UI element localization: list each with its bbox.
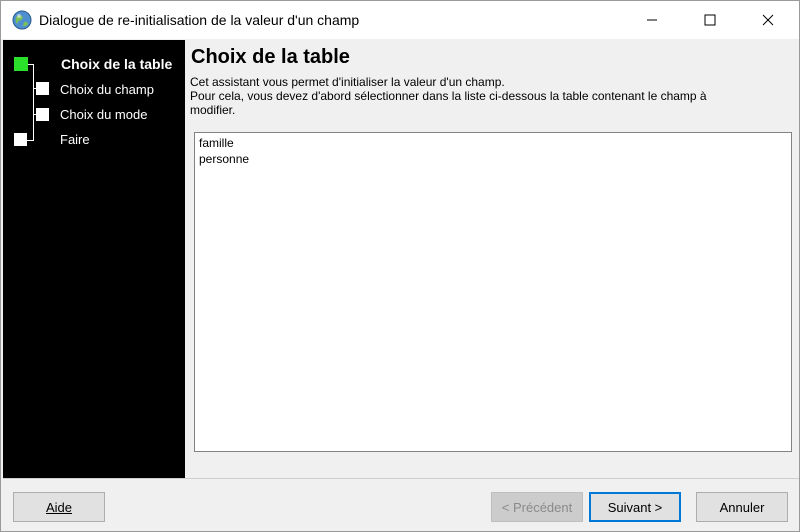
content-panel: Choix de la table Cet assistant vous per… [185, 40, 799, 478]
help-button-label: Aide [45, 499, 73, 515]
maximize-icon [704, 14, 716, 26]
wizard-steps-panel: Choix de la table Choix du champ Choix d… [3, 40, 185, 478]
list-item-famille[interactable]: famille [195, 135, 791, 151]
window-title: Dialogue de re-initialisation de la vale… [39, 12, 360, 28]
help-button[interactable]: Aide [13, 492, 105, 522]
step-choix-mode: Choix du mode [60, 107, 148, 122]
step-marker [14, 133, 27, 146]
cancel-button[interactable]: Annuler [696, 492, 788, 522]
table-listbox[interactable]: famille personne [194, 132, 792, 452]
description-line: Cet assistant vous permet d'initialiser … [190, 75, 505, 89]
maximize-button[interactable] [687, 1, 733, 39]
tree-connector [27, 64, 34, 65]
step-choix-champ: Choix du champ [60, 82, 154, 97]
minimize-icon [647, 19, 657, 21]
globe-icon [12, 10, 32, 30]
next-button[interactable]: Suivant > [589, 492, 681, 522]
close-icon [762, 14, 774, 26]
step-faire: Faire [60, 132, 90, 147]
previous-button[interactable]: < Précédent [491, 492, 583, 522]
description-line: Pour cela, vous devez d'abord sélectionn… [190, 89, 707, 103]
page-title: Choix de la table [191, 46, 350, 68]
list-item-personne[interactable]: personne [195, 151, 791, 167]
description-text: Cet assistant vous permet d'initialiser … [190, 75, 790, 117]
description-line: modifier. [190, 103, 236, 117]
footer-divider [3, 478, 799, 479]
step-marker-active [14, 57, 28, 71]
tree-connector [33, 64, 34, 140]
step-marker [36, 108, 49, 121]
minimize-button[interactable] [629, 1, 675, 39]
title-bar: Dialogue de re-initialisation de la vale… [1, 1, 799, 39]
wizard-window: Dialogue de re-initialisation de la vale… [0, 0, 800, 532]
step-choix-table: Choix de la table [61, 56, 173, 72]
close-button[interactable] [745, 1, 791, 39]
step-marker [36, 82, 49, 95]
